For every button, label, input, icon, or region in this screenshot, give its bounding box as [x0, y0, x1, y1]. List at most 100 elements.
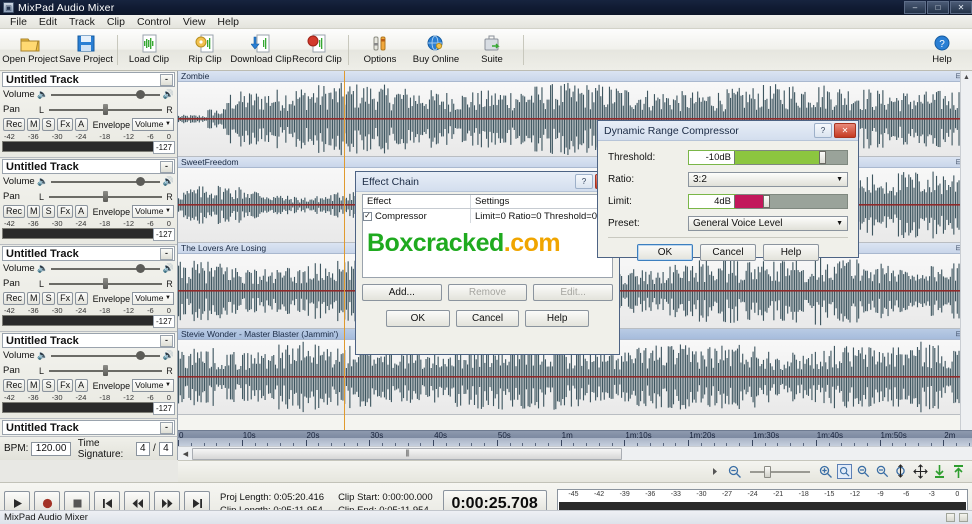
- buy-online-button[interactable]: Buy Online: [408, 30, 464, 70]
- track-name[interactable]: Untitled Track: [6, 161, 79, 173]
- arm-button[interactable]: A: [74, 379, 88, 392]
- mute-button[interactable]: M: [27, 118, 41, 131]
- envelope-select[interactable]: Volume ▼: [132, 292, 174, 305]
- solo-button[interactable]: S: [42, 205, 56, 218]
- close-icon[interactable]: ✕: [834, 123, 856, 138]
- track-panel[interactable]: Untitled Track - Volume 🔈 🔊: [0, 420, 177, 436]
- zoom-chevron-icon[interactable]: [708, 464, 723, 479]
- effect-list[interactable]: Effect Settings ✓ Compressor Limit=0 Rat…: [362, 194, 613, 278]
- effect-enabled-checkbox[interactable]: ✓: [363, 211, 372, 221]
- fx-button[interactable]: Fx: [57, 118, 73, 131]
- track-name[interactable]: Untitled Track: [6, 74, 79, 86]
- mute-button[interactable]: M: [27, 379, 41, 392]
- zoom-slider[interactable]: [750, 465, 810, 478]
- arm-button[interactable]: A: [74, 292, 88, 305]
- track-panel[interactable]: Untitled Track - Volume 🔈 🔊 Pan L R Rec: [0, 159, 177, 245]
- scroll-thumb[interactable]: ||||: [192, 447, 622, 460]
- solo-button[interactable]: S: [42, 379, 56, 392]
- pan-slider[interactable]: [49, 190, 162, 202]
- close-button[interactable]: ✕: [950, 1, 972, 14]
- zoom-out-horizontal2-icon[interactable]: [875, 464, 890, 479]
- scroll-up-icon[interactable]: ▲: [961, 71, 972, 83]
- rec-button[interactable]: Rec: [3, 205, 25, 218]
- envelope-select[interactable]: Volume ▼: [132, 379, 174, 392]
- playhead[interactable]: [344, 71, 345, 430]
- pan-slider[interactable]: [49, 277, 162, 289]
- add-effect-button[interactable]: Add...: [362, 284, 442, 301]
- menu-file[interactable]: File: [4, 15, 33, 29]
- track-name[interactable]: Untitled Track: [6, 335, 79, 347]
- ratio-control[interactable]: 3:2 ▼: [688, 172, 848, 187]
- help-icon[interactable]: ?: [575, 174, 593, 189]
- ratio-select[interactable]: 3:2 ▼: [688, 172, 848, 187]
- fx-button[interactable]: Fx: [57, 292, 73, 305]
- track-panel[interactable]: Untitled Track - Volume 🔈 🔊 Pan L R Rec: [0, 333, 177, 419]
- track-minimize-button[interactable]: -: [160, 421, 173, 434]
- limit-value[interactable]: 4dB: [688, 194, 736, 209]
- track-name[interactable]: Untitled Track: [6, 248, 79, 260]
- track-minimize-button[interactable]: -: [160, 160, 173, 173]
- clip-header[interactable]: Zombie ⊟ ⊡: [178, 71, 972, 82]
- arm-button[interactable]: A: [74, 205, 88, 218]
- track-panel[interactable]: Untitled Track - Volume 🔈 🔊 Pan L R Rec: [0, 246, 177, 332]
- help-button[interactable]: Help: [763, 244, 819, 261]
- rec-button[interactable]: Rec: [3, 379, 25, 392]
- ok-button[interactable]: OK: [386, 310, 450, 327]
- zoom-up-icon[interactable]: [951, 464, 966, 479]
- edit-effect-button[interactable]: Edit...: [533, 284, 614, 301]
- fx-button[interactable]: Fx: [57, 379, 73, 392]
- track-name[interactable]: Untitled Track: [6, 422, 79, 434]
- zoom-fit-icon[interactable]: [913, 464, 928, 479]
- zoom-out-horizontal-icon[interactable]: [856, 464, 871, 479]
- envelope-select[interactable]: Volume ▼: [132, 205, 174, 218]
- track-panel[interactable]: Untitled Track - Volume 🔈 🔊 Pan L R Rec: [0, 72, 177, 158]
- remove-effect-button[interactable]: Remove: [447, 284, 528, 301]
- rec-button[interactable]: Rec: [3, 118, 25, 131]
- menu-track[interactable]: Track: [63, 15, 101, 29]
- volume-slider[interactable]: [51, 89, 160, 99]
- preset-select[interactable]: General Voice Level ▼: [688, 216, 848, 231]
- mute-button[interactable]: M: [27, 292, 41, 305]
- mute-button[interactable]: M: [27, 205, 41, 218]
- effect-chain-dialog[interactable]: Effect Chain ? ✕ Effect Settings ✓ Compr…: [355, 171, 620, 355]
- vertical-scrollbar[interactable]: ▲: [960, 71, 972, 430]
- limit-control[interactable]: 4dB: [688, 194, 848, 209]
- solo-button[interactable]: S: [42, 118, 56, 131]
- time-signature-numerator[interactable]: 4: [135, 441, 150, 456]
- volume-slider[interactable]: [51, 350, 160, 360]
- help-button[interactable]: Help: [525, 310, 590, 327]
- threshold-slider[interactable]: -10dB: [688, 150, 848, 165]
- maximize-button[interactable]: □: [927, 1, 949, 14]
- track-minimize-button[interactable]: -: [160, 334, 173, 347]
- zoom-vertical-icon[interactable]: [894, 464, 909, 479]
- zoom-down-icon[interactable]: [932, 464, 947, 479]
- load-clip-button[interactable]: Load Clip: [121, 30, 177, 70]
- pan-slider[interactable]: [49, 364, 162, 376]
- help-icon[interactable]: ?: [814, 123, 832, 138]
- threshold-control[interactable]: -10dB: [688, 150, 848, 165]
- zoom-in-icon[interactable]: [818, 464, 833, 479]
- bpm-input[interactable]: 120.00: [31, 441, 71, 456]
- cancel-button[interactable]: Cancel: [700, 244, 756, 261]
- volume-slider[interactable]: [51, 176, 160, 186]
- record-clip-button[interactable]: Record Clip: [289, 30, 345, 70]
- save-project-button[interactable]: Save Project: [58, 30, 114, 70]
- download-clip-button[interactable]: Download Clip: [230, 30, 292, 70]
- solo-button[interactable]: S: [42, 292, 56, 305]
- ok-button[interactable]: OK: [637, 244, 693, 261]
- limit-handle[interactable]: [763, 195, 770, 208]
- volume-slider[interactable]: [51, 263, 160, 273]
- horizontal-scrollbar[interactable]: ◀ ||||: [178, 446, 972, 460]
- open-project-button[interactable]: Open Project: [2, 30, 58, 70]
- limit-slider[interactable]: 4dB: [688, 194, 848, 209]
- suite-button[interactable]: Suite: [464, 30, 520, 70]
- options-button[interactable]: Options: [352, 30, 408, 70]
- timeline-ruler[interactable]: 0 10s 20s 30s 40s 50s 1m 1m:10s 1m:20s 1m:30s 1m:4…: [178, 430, 972, 447]
- rec-button[interactable]: Rec: [3, 292, 25, 305]
- rip-clip-button[interactable]: Rip Clip: [177, 30, 233, 70]
- zoom-selection-icon[interactable]: [837, 464, 852, 479]
- preset-control[interactable]: General Voice Level ▼: [688, 216, 848, 231]
- track-minimize-button[interactable]: -: [160, 73, 173, 86]
- zoom-out-icon[interactable]: [727, 464, 742, 479]
- compressor-dialog[interactable]: Dynamic Range Compressor ? ✕ Threshold: …: [597, 120, 859, 261]
